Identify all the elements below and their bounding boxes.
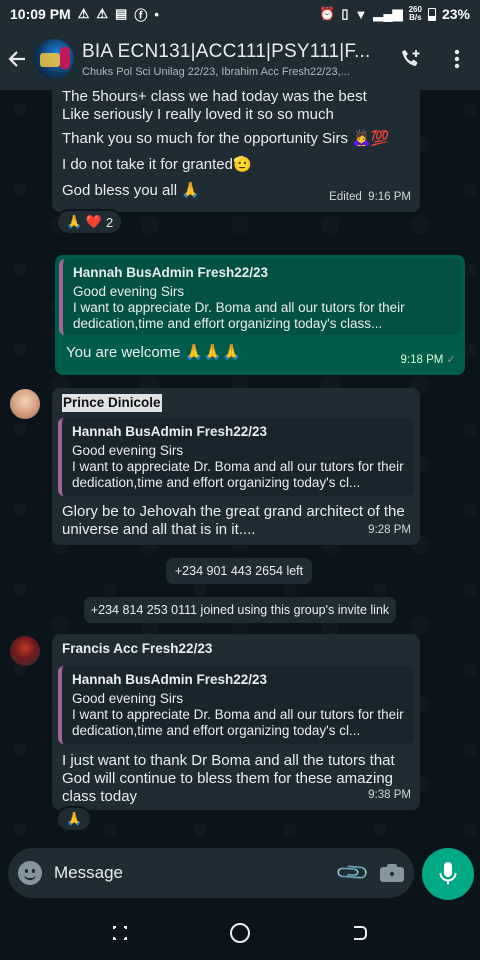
alarm-icon: ⏰ (319, 6, 336, 21)
chat-area[interactable]: The 5hours+ class we had today was the b… (0, 90, 480, 840)
system-message: +234 814 253 0111 joined using this grou… (84, 597, 396, 623)
message-input-container[interactable]: 📎 (8, 848, 414, 898)
avatar[interactable] (10, 389, 40, 419)
back-nav-button[interactable] (340, 913, 380, 953)
wifi-icon: ▼ (354, 6, 368, 22)
message-text: I just want to thank Dr Boma and all the… (62, 752, 395, 805)
reaction-badge[interactable]: 🙏 ❤️ 2 (56, 209, 124, 235)
message-line: Thank you so much for the opportunity Si… (62, 130, 390, 147)
quoted-message[interactable]: Hannah BusAdmin Fresh22/23 Good evening … (58, 666, 414, 744)
recents-icon (113, 926, 127, 940)
facebook-icon: ⓕ (134, 7, 148, 23)
voice-record-button[interactable] (422, 848, 474, 900)
status-bar: 10:09 PM ⚠ ⚠ ▤ ⓕ • ⏰ ▯ ▼ ▂▄▆ 260 B/s 23% (0, 0, 480, 28)
system-message: +234 901 443 2654 left (166, 558, 312, 584)
message-input[interactable] (54, 863, 325, 883)
reaction-badge[interactable]: 🙏 (56, 806, 93, 832)
message-bubble[interactable]: Francis Acc Fresh22/23 Hannah BusAdmin F… (52, 634, 420, 810)
sender-name[interactable]: Francis Acc Fresh22/23 (58, 640, 414, 658)
more-options-button[interactable] (434, 28, 480, 90)
dot-icon: • (154, 6, 159, 22)
vibrate-icon: ▯ (341, 6, 349, 21)
message-time: Edited 9:16 PM (329, 191, 411, 203)
net-speed-unit: B/s (409, 13, 422, 22)
quoted-author: Hannah BusAdmin Fresh22/23 (72, 424, 268, 439)
news-icon: ▤ (115, 6, 128, 21)
quoted-text: Good evening Sirs I want to appreciate D… (73, 284, 405, 331)
more-vertical-icon (454, 49, 460, 69)
group-title: BIA ECN131|ACC111|PSY111|F... (82, 40, 371, 62)
arrow-left-icon (8, 51, 25, 67)
phone-plus-icon (402, 50, 420, 66)
microphone-icon (439, 862, 457, 885)
system-message-text: +234 814 253 0111 joined using this grou… (90, 603, 390, 617)
quoted-text: Good evening Sirs I want to appreciate D… (72, 443, 404, 490)
home-circle-icon (230, 923, 250, 943)
message-line: The 5hours+ class we had today was the b… (62, 90, 367, 105)
system-message-text: +234 901 443 2654 left (174, 564, 304, 578)
quoted-message[interactable]: Hannah BusAdmin Fresh22/23 Good evening … (59, 259, 461, 335)
warning-icon: ⚠ (77, 6, 90, 21)
message-line: I do not take it for granted🫡 (62, 156, 252, 173)
composer: 📎 (0, 840, 480, 906)
message-time: 9:28 PM (368, 524, 411, 536)
battery-icon (427, 7, 436, 21)
reaction-count: 2 (106, 214, 114, 230)
quoted-message[interactable]: Hannah BusAdmin Fresh22/23 Good evening … (58, 418, 414, 496)
quoted-author: Hannah BusAdmin Fresh22/23 (72, 672, 268, 687)
message-bubble[interactable]: Prince Dinicole Hannah BusAdmin Fresh22/… (52, 388, 420, 545)
message-bubble[interactable]: Hannah BusAdmin Fresh22/23 Good evening … (55, 255, 465, 375)
quoted-author: Hannah BusAdmin Fresh22/23 (73, 265, 269, 280)
camera-icon[interactable] (380, 864, 404, 882)
message-bubble[interactable]: The 5hours+ class we had today was the b… (52, 90, 420, 212)
paperclip-icon[interactable]: 📎 (333, 854, 371, 892)
message-text: Glory be to Jehovah the great grand arch… (62, 503, 405, 538)
delivered-check-icon: ✓ (446, 354, 456, 366)
reaction-emojis: 🙏 ❤️ (66, 214, 102, 229)
warning-icon: ⚠ (96, 6, 109, 21)
message-time: 9:38 PM (368, 789, 411, 801)
net-speed: 260 B/s (409, 6, 422, 22)
back-button[interactable] (0, 28, 34, 90)
sender-name[interactable]: Prince Dinicole (62, 394, 162, 412)
message-time-text: 9:18 PM (400, 354, 444, 366)
status-time: 10:09 PM (10, 6, 71, 22)
message-time: 9:18 PM ✓ (401, 351, 456, 369)
add-call-button[interactable] (388, 28, 434, 90)
signal-icon: ▂▄▆ (373, 6, 403, 21)
battery-level: 23% (441, 6, 470, 22)
group-avatar[interactable] (34, 39, 74, 79)
recents-button[interactable] (100, 913, 140, 953)
chat-header[interactable]: BIA ECN131|ACC111|PSY111|F... Chuks Pol … (0, 28, 480, 90)
emoji-icon[interactable] (18, 861, 42, 885)
message-line: Like seriously I really loved it so so m… (62, 106, 334, 123)
reaction-emojis: 🙏 (66, 811, 83, 826)
system-nav-bar (0, 906, 480, 960)
back-nav-icon (354, 926, 367, 940)
avatar[interactable] (10, 636, 40, 666)
group-participants: Chuks Pol Sci Unilag 22/23, Ibrahim Acc … (82, 65, 350, 78)
quoted-text: Good evening Sirs I want to appreciate D… (72, 691, 404, 738)
group-info[interactable]: BIA ECN131|ACC111|PSY111|F... Chuks Pol … (82, 41, 388, 78)
home-button[interactable] (220, 913, 260, 953)
